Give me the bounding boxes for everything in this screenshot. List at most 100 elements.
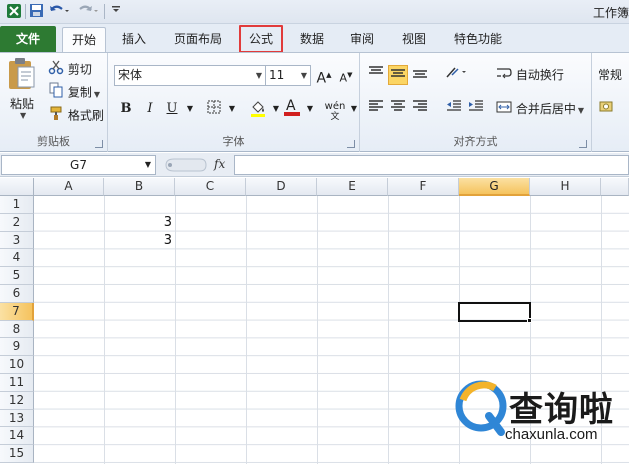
tab-page-layout[interactable]: 页面布局 — [166, 27, 230, 52]
undo-icon[interactable] — [48, 3, 70, 20]
grow-font-button[interactable]: A▲ — [314, 65, 334, 87]
merge-center-button[interactable]: 合并后居中 ▼ — [496, 99, 584, 119]
row-header-14[interactable]: 14 — [0, 427, 34, 446]
column-header-d[interactable]: D — [246, 178, 317, 196]
tab-special-features[interactable]: 特色功能 — [446, 27, 510, 52]
excel-logo-icon[interactable] — [6, 3, 22, 20]
active-cell-selection[interactable] — [458, 301, 531, 322]
column-header-f[interactable]: F — [388, 178, 459, 196]
ribbon: 粘贴 ▼ 剪切 复制 ▼ 格式刷 剪贴板 宋体 ▼ 11 ▼ A▲ A▼ B I U … — [0, 52, 629, 152]
underline-dropdown-icon[interactable]: ▼ — [180, 99, 200, 119]
row-header-9[interactable]: 9 — [0, 338, 34, 357]
font-group-label: 字体 — [222, 135, 245, 148]
cut-button[interactable]: 剪切 — [48, 59, 92, 79]
column-header-g[interactable]: G — [459, 178, 530, 196]
ribbon-tabs: 文件 开始 插入 页面布局 公式 数据 审阅 视图 特色功能 — [0, 24, 629, 53]
decrease-indent-button[interactable] — [444, 99, 464, 119]
row-header-1[interactable]: 1 — [0, 196, 34, 214]
paste-button[interactable]: 粘贴 ▼ — [6, 57, 40, 125]
wrap-text-icon — [496, 66, 512, 86]
font-color-dropdown-icon[interactable]: ▼ — [300, 99, 320, 119]
tab-formulas[interactable]: 公式 — [239, 25, 283, 53]
formula-input[interactable] — [234, 155, 629, 175]
alignment-launcher-icon[interactable] — [579, 140, 587, 148]
accounting-format-button[interactable] — [598, 99, 618, 119]
redo-icon[interactable] — [77, 3, 99, 20]
font-size-select[interactable]: 11 ▼ — [265, 65, 311, 86]
copy-button[interactable]: 复制 ▼ — [48, 82, 100, 102]
align-top-button[interactable] — [366, 65, 386, 85]
quick-access-toolbar: 工作簿 — [0, 0, 629, 24]
watermark-brand: 查询啦 — [509, 390, 614, 430]
row-header-13[interactable]: 13 — [0, 409, 34, 428]
tab-insert[interactable]: 插入 — [114, 27, 154, 52]
align-right-button[interactable] — [410, 99, 430, 119]
font-launcher-icon[interactable] — [347, 140, 355, 148]
align-top-icon — [369, 66, 383, 74]
tab-home[interactable]: 开始 — [62, 27, 106, 52]
align-left-button[interactable] — [366, 99, 386, 119]
column-header-h[interactable]: H — [530, 178, 601, 196]
clipboard-group: 粘贴 ▼ 剪切 复制 ▼ 格式刷 剪贴板 — [0, 53, 108, 152]
row-header-10[interactable]: 10 — [0, 356, 34, 374]
clipboard-group-label: 剪贴板 — [37, 135, 70, 148]
decrease-indent-icon — [447, 100, 461, 111]
row-header-2[interactable]: 2 — [0, 213, 34, 232]
column-header-a[interactable]: A — [34, 178, 104, 196]
row-header-3[interactable]: 3 — [0, 231, 34, 250]
fill-handle[interactable] — [527, 317, 532, 323]
alignment-group-label: 对齐方式 — [453, 135, 498, 148]
save-icon[interactable] — [28, 3, 44, 20]
wrap-text-button[interactable]: 自动换行 — [496, 65, 564, 85]
underline-button[interactable]: U — [162, 99, 182, 119]
row-header-8[interactable]: 8 — [0, 320, 34, 339]
customize-toolbar-icon[interactable] — [110, 3, 122, 20]
bold-button[interactable]: B — [116, 99, 136, 119]
cell-b3[interactable]: 3 — [104, 232, 172, 250]
align-center-button[interactable] — [388, 99, 408, 119]
border-dropdown-icon[interactable]: ▼ — [222, 99, 242, 119]
shrink-font-button[interactable]: A▼ — [336, 65, 356, 85]
number-format-select[interactable]: 常规 — [598, 65, 622, 85]
paste-dropdown-icon[interactable]: ▼ — [20, 111, 26, 120]
tab-view[interactable]: 视图 — [394, 27, 434, 52]
column-header-partial[interactable] — [601, 178, 629, 196]
format-painter-button[interactable]: 格式刷 — [48, 105, 104, 125]
tab-file[interactable]: 文件 — [0, 26, 56, 52]
format-painter-label: 格式刷 — [67, 108, 104, 123]
insert-function-button[interactable]: fx — [214, 157, 225, 171]
tab-data[interactable]: 数据 — [292, 27, 332, 52]
border-button[interactable] — [204, 99, 224, 119]
formula-bar-splitter[interactable] — [160, 157, 208, 173]
row-header-12[interactable]: 12 — [0, 391, 34, 410]
cell-b2[interactable]: 3 — [104, 214, 172, 232]
row-header-4[interactable]: 4 — [0, 249, 34, 268]
column-header-b[interactable]: B — [104, 178, 175, 196]
paste-label: 粘贴 — [10, 97, 35, 111]
column-header-e[interactable]: E — [317, 178, 388, 196]
watermark: 查询啦 chaxunla.com — [445, 380, 629, 464]
cut-label: 剪切 — [67, 62, 92, 77]
align-middle-button[interactable] — [388, 65, 408, 85]
window-title: 工作簿 — [592, 6, 629, 20]
font-name-value: 宋体 — [118, 68, 143, 82]
name-box[interactable]: G7 ▼ — [1, 155, 156, 175]
column-header-c[interactable]: C — [175, 178, 246, 196]
chaxunla-logo-icon — [455, 380, 507, 436]
select-all-corner[interactable] — [0, 178, 34, 196]
orientation-button[interactable] — [444, 65, 470, 85]
row-header-15[interactable]: 15 — [0, 445, 34, 463]
paste-icon — [9, 58, 35, 89]
row-header-7[interactable]: 7 — [0, 302, 34, 321]
fill-color-button[interactable] — [248, 99, 268, 119]
align-bottom-button[interactable] — [410, 65, 430, 85]
font-color-button[interactable]: A — [282, 97, 302, 117]
row-header-5[interactable]: 5 — [0, 267, 34, 285]
increase-indent-button[interactable] — [466, 99, 486, 119]
clipboard-launcher-icon[interactable] — [95, 140, 103, 148]
tab-review[interactable]: 审阅 — [342, 27, 382, 52]
italic-button[interactable]: I — [140, 99, 160, 119]
row-header-6[interactable]: 6 — [0, 285, 34, 303]
font-name-select[interactable]: 宋体 ▼ — [114, 65, 266, 86]
row-header-11[interactable]: 11 — [0, 374, 34, 392]
